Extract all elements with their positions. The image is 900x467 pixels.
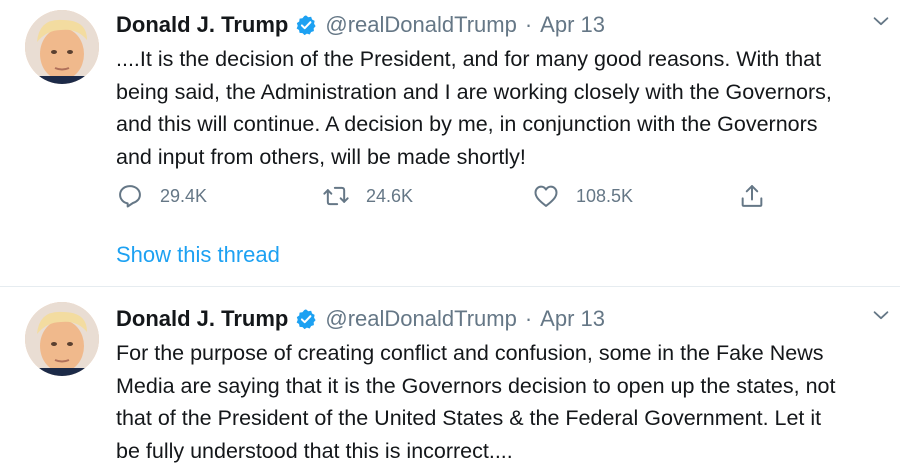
tweet-date[interactable]: Apr 13: [540, 12, 605, 38]
tweet-date[interactable]: Apr 13: [540, 306, 605, 332]
reply-button[interactable]: 29.4K: [116, 180, 207, 212]
like-count: 108.5K: [576, 186, 633, 207]
verified-badge-icon: [295, 14, 317, 36]
verified-badge-icon: [295, 308, 317, 330]
separator: ·: [525, 306, 532, 332]
tweet-text-line: For the purpose of creating conflict and…: [116, 337, 896, 370]
retweet-icon: [322, 182, 350, 210]
retweet-button[interactable]: 24.6K: [322, 180, 413, 212]
share-button[interactable]: [738, 180, 766, 212]
tweet[interactable]: Donald J. Trump @realDonaldTrump · Apr 1…: [0, 0, 900, 287]
share-icon: [738, 182, 766, 210]
tweet-text-line: and input from others, will be made shor…: [116, 141, 896, 174]
reply-count: 29.4K: [160, 186, 207, 207]
tweet-text: For the purpose of creating conflict and…: [116, 337, 896, 467]
retweet-count: 24.6K: [366, 186, 413, 207]
tweet-text-line: Media are saying that it is the Governor…: [116, 370, 896, 403]
separator: ·: [525, 12, 532, 38]
tweet[interactable]: Donald J. Trump @realDonaldTrump · Apr 1…: [0, 287, 900, 465]
tweet-text: ....It is the decision of the President,…: [116, 43, 896, 173]
author-handle[interactable]: @realDonaldTrump: [325, 306, 516, 332]
tweet-text-line: be fully understood that this is incorre…: [116, 435, 896, 467]
avatar-image: [25, 10, 99, 84]
tweet-text-line: ....It is the decision of the President,…: [116, 43, 896, 76]
tweet-actions: 29.4K 24.6K 108.5K: [116, 180, 776, 212]
chevron-down-icon[interactable]: [870, 10, 892, 32]
tweet-header: Donald J. Trump @realDonaldTrump · Apr 1…: [116, 10, 605, 40]
chevron-down-icon[interactable]: [870, 304, 892, 326]
avatar[interactable]: [25, 10, 99, 84]
like-button[interactable]: 108.5K: [532, 180, 633, 212]
tweet-text-line: and this will continue. A decision by me…: [116, 108, 896, 141]
reply-icon: [116, 182, 144, 210]
tweet-text-line: that of the President of the United Stat…: [116, 402, 896, 435]
tweet-header: Donald J. Trump @realDonaldTrump · Apr 1…: [116, 304, 605, 334]
avatar[interactable]: [25, 302, 99, 376]
author-name[interactable]: Donald J. Trump: [116, 12, 288, 38]
heart-icon: [532, 182, 560, 210]
avatar-image: [25, 302, 99, 376]
tweet-text-line: being said, the Administration and I are…: [116, 76, 896, 109]
author-handle[interactable]: @realDonaldTrump: [325, 12, 516, 38]
show-thread-link[interactable]: Show this thread: [116, 242, 280, 268]
author-name[interactable]: Donald J. Trump: [116, 306, 288, 332]
